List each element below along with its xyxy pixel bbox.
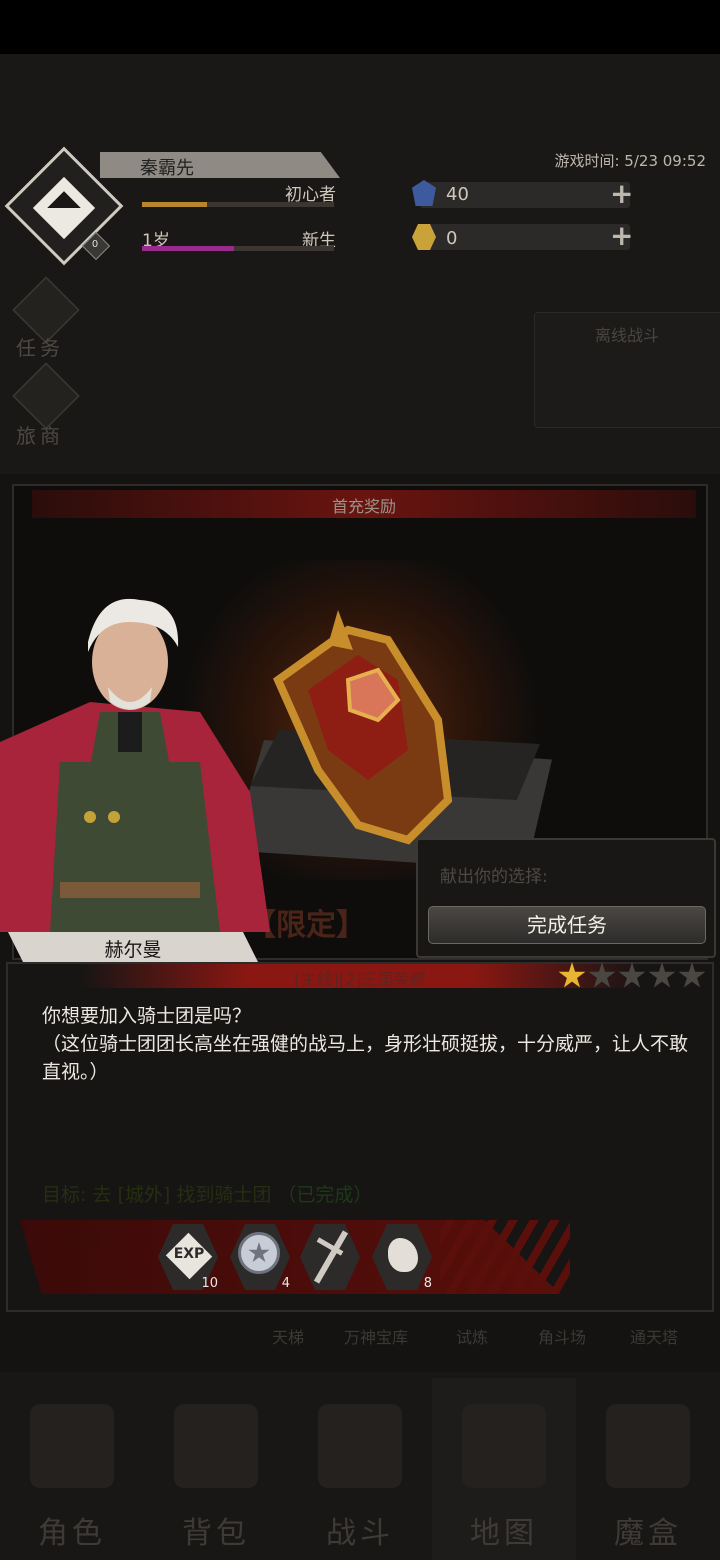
player-name-plate xyxy=(100,152,340,178)
quest-stars xyxy=(558,962,708,992)
age-bar-fill xyxy=(142,246,235,251)
offline-battle-label: 离线战斗 xyxy=(594,326,659,345)
nav-character[interactable]: 角色 xyxy=(0,1508,144,1552)
add-gems-button[interactable]: + xyxy=(610,180,633,208)
reward-glove-count: 8 xyxy=(423,1276,432,1291)
helmet-icon xyxy=(30,1404,114,1488)
emblem-badge-count: 0 xyxy=(91,239,99,250)
subnav-ladder[interactable]: 天梯 xyxy=(272,1324,304,1348)
tasks-menu-label: 任务 xyxy=(16,336,64,360)
nav-battle[interactable]: 战斗 xyxy=(288,1508,432,1552)
quest-goal-text: 目标: 去 [城外] 找到骑士团 xyxy=(42,1184,272,1206)
star-empty-icon xyxy=(678,962,706,988)
backpack-icon xyxy=(174,1404,258,1488)
npc-name: 赫尔曼 xyxy=(104,939,162,961)
magic-box-icon xyxy=(606,1404,690,1488)
nav-map[interactable]: 地图 xyxy=(432,1508,576,1552)
gem-count: 40 xyxy=(446,184,469,205)
quest-goal: 目标: 去 [城外] 找到骑士团 （已完成） xyxy=(42,1180,372,1207)
sword-shield-icon xyxy=(318,1404,402,1488)
status-bar xyxy=(0,0,720,54)
subnav-trial[interactable]: 试炼 xyxy=(456,1324,488,1348)
subnav-pantheon-vault[interactable]: 万神宝库 xyxy=(344,1324,408,1348)
dialog-text: 你想要加入骑士团是吗？ （这位骑士团团长高坐在强健的战马上，身形壮硕挺拔，十分威… xyxy=(42,1005,689,1083)
add-coins-button[interactable]: + xyxy=(610,222,633,250)
npc-portrait xyxy=(0,598,270,932)
subnav-arena[interactable]: 角斗场 xyxy=(538,1324,586,1348)
reward-label: 奖励 xyxy=(66,1227,100,1247)
star-empty-icon xyxy=(588,962,616,988)
nav-backpack[interactable]: 背包 xyxy=(144,1508,288,1552)
reward-exp-count: 10 xyxy=(201,1276,218,1291)
subnav-tower[interactable]: 通天塔 xyxy=(630,1324,678,1348)
star-empty-icon xyxy=(648,962,676,988)
player-name: 秦霸先 xyxy=(140,158,194,179)
game-time: 游戏时间: 5/23 09:52 xyxy=(554,152,706,170)
quest-goal-status: （已完成） xyxy=(277,1184,373,1206)
quest-title: [主线][2]王国荣耀 xyxy=(294,970,426,989)
task-prompt: 献出你的选择: xyxy=(440,867,548,887)
scroll-map-icon xyxy=(462,1404,546,1488)
star-filled-icon xyxy=(558,962,586,988)
reward-medal-count: 4 xyxy=(281,1276,290,1291)
star-empty-icon xyxy=(618,962,646,988)
reward-band-stripes xyxy=(440,1220,570,1294)
nav-magic-box[interactable]: 魔盒 xyxy=(576,1508,720,1552)
golden-helmet-icon xyxy=(273,610,453,845)
exp-bar-fill xyxy=(142,202,208,207)
popup-title: 首充奖励 xyxy=(331,497,396,516)
merchant-menu-label: 旅商 xyxy=(16,424,64,448)
complete-task-button[interactable]: 完成任务 xyxy=(428,906,706,944)
coin-count: 0 xyxy=(446,228,458,249)
exp-icon-text: EXP xyxy=(173,1246,205,1262)
